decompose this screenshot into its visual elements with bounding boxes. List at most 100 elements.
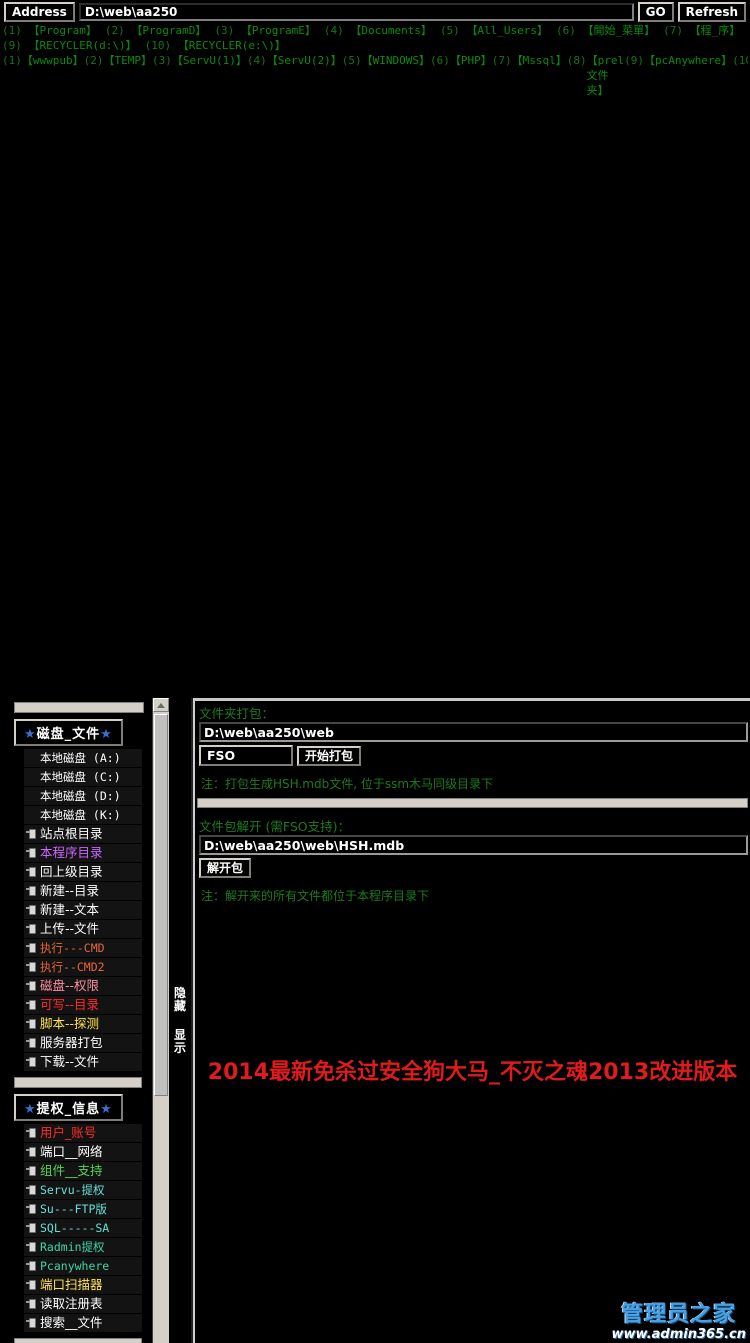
sidebar-item-label: 磁盘--权限	[40, 978, 100, 993]
sidebar-item[interactable]: 本地磁盘 (C:)	[24, 768, 142, 786]
quick-link-number: (8)	[566, 54, 587, 67]
pin-icon	[26, 828, 37, 841]
pack-section-label: 文件夹打包：	[199, 706, 275, 721]
scrollbar-thumb[interactable]	[154, 714, 168, 1096]
sidebar-item[interactable]: 回上级目录	[24, 863, 142, 881]
pin-icon	[26, 1056, 37, 1069]
start-pack-button[interactable]: 开始打包	[297, 745, 362, 766]
quick-link-number: (9)	[624, 54, 644, 67]
watermark-title: 管理员之家	[621, 1302, 737, 1327]
sidebar-item[interactable]: Su---FTP版	[24, 1200, 142, 1218]
quick-link[interactable]: 【Program】	[29, 24, 97, 37]
scroll-up-arrow-icon[interactable]	[153, 698, 169, 712]
quick-link[interactable]: 【ProgramD】	[131, 24, 206, 37]
go-button[interactable]: GO	[637, 2, 674, 22]
sidebar-scrollbar[interactable]	[152, 698, 169, 1343]
pin-icon	[26, 980, 37, 993]
quick-link[interactable]: 【All_Users】	[466, 24, 548, 37]
pack-controls-row: FSO 开始打包	[199, 745, 748, 766]
sidebar-item-label: 新建--文本	[40, 902, 100, 917]
sidebar-item[interactable]: 脚本--探测	[24, 1015, 142, 1033]
sidebar-item[interactable]: 服务器打包	[24, 1034, 142, 1052]
sidebar-divider-2	[14, 1338, 142, 1343]
unpack-path-input[interactable]	[199, 835, 748, 855]
sidebar-item-label: Radmin提权	[40, 1240, 105, 1254]
sidebar-item[interactable]: 执行--CMD2	[24, 958, 142, 976]
sidebar-item[interactable]: 端口扫描器	[24, 1276, 142, 1294]
sidebar-item[interactable]: 可写--目录	[24, 996, 142, 1014]
sidebar-item[interactable]: 本地磁盘 (D:)	[24, 787, 142, 805]
quick-link-number: (6)	[429, 54, 450, 67]
sidebar-item[interactable]: Servu-提权	[24, 1181, 142, 1199]
quick-links-row-1: (1) 【Program】 (2) 【ProgramD】 (3) 【ProgramE…	[2, 23, 748, 38]
quick-link[interactable]: 【Mssql】	[512, 53, 567, 698]
quick-link[interactable]: 【WINDOWS】	[362, 53, 430, 698]
quick-link-number: (4)	[323, 24, 351, 37]
sidebar-item[interactable]: 新建--文本	[24, 901, 142, 919]
pin-icon	[26, 1298, 37, 1311]
quick-link[interactable]: 【開始_菜單】	[583, 24, 656, 37]
quick-link[interactable]: 【wwwpub】	[22, 53, 84, 698]
quick-link-number: (5)	[341, 54, 362, 67]
hide-show-toggle-strip[interactable]: 隐 藏 显 示	[169, 698, 193, 1343]
pin-icon	[26, 866, 37, 879]
pin-icon	[26, 847, 37, 860]
sidebar-item[interactable]: 读取注册表	[24, 1295, 142, 1313]
quick-link-number: (7)	[663, 24, 690, 37]
quick-link[interactable]: 【ServU(1)】	[172, 53, 247, 698]
quick-link[interactable]: 【程_序】	[690, 24, 741, 37]
sidebar-item[interactable]: 用户_账号	[24, 1124, 142, 1142]
sidebar-item-label: 上传--文件	[40, 921, 100, 936]
sidebar-item[interactable]: 新建--目录	[24, 882, 142, 900]
quick-link[interactable]: 【RECYCLER(e:\)】	[178, 39, 286, 52]
sidebar-item-label: 本地磁盘 (A:)	[40, 751, 121, 765]
quick-link[interactable]: 【ServU(2)】	[267, 53, 342, 698]
sidebar-item[interactable]: Radmin提权	[24, 1238, 142, 1256]
address-label: Address	[4, 2, 75, 22]
sidebar-divider-1	[14, 1077, 142, 1088]
refresh-button[interactable]: Refresh	[677, 2, 746, 22]
quick-link[interactable]: 【Documents】	[350, 24, 432, 37]
quick-link[interactable]: 【RECYCLER(d:\)】	[29, 39, 137, 52]
main-divider	[197, 798, 748, 808]
sidebar-item[interactable]: 站点根目录	[24, 825, 142, 843]
sidebar-item[interactable]: 上传--文件	[24, 920, 142, 938]
address-input[interactable]	[78, 3, 634, 21]
sidebar-item[interactable]: 下载--文件	[24, 1053, 142, 1071]
pack-note-text: 打包生成HSH.mdb文件, 位于ssm木马同级目录下	[225, 777, 494, 791]
sidebar-item-label: 本地磁盘 (K:)	[40, 808, 121, 822]
quick-link[interactable]: 【PHP】	[450, 53, 492, 698]
sidebar-item[interactable]: 执行---CMD	[24, 939, 142, 957]
unpack-section-label: 文件包解开 (需FSO支持)：	[199, 819, 350, 834]
sidebar-item[interactable]: 本程序目录	[24, 844, 142, 862]
sidebar-item[interactable]: 本地磁盘 (K:)	[24, 806, 142, 824]
star-icon-left: ★	[24, 1102, 37, 1117]
quick-link[interactable]: 【ProgramE】	[241, 24, 316, 37]
quick-link-number: (5)	[439, 24, 467, 37]
unpack-button[interactable]: 解开包	[199, 858, 252, 878]
quick-link[interactable]: 【prel文件夹】	[587, 53, 625, 698]
show-char-2: 示	[173, 1040, 186, 1055]
pack-path-input[interactable]	[199, 722, 748, 742]
sidebar-item[interactable]: SQL-----SA	[24, 1219, 142, 1237]
quick-link[interactable]: 【pcAnywhere】	[644, 53, 732, 698]
sidebar-item[interactable]: 搜索__文件	[24, 1314, 142, 1332]
sidebar-item-label: SQL-----SA	[40, 1221, 110, 1235]
show-label[interactable]: 显 示	[173, 1028, 186, 1055]
sidebar-item[interactable]: 组件__支持	[24, 1162, 142, 1180]
quick-link-number: (3)	[214, 24, 241, 37]
pin-icon	[26, 885, 37, 898]
sidebar-item[interactable]: Pcanywhere	[24, 1257, 142, 1275]
hide-label[interactable]: 隐 藏	[174, 986, 186, 1013]
sidebar-item-label: 回上级目录	[40, 864, 103, 879]
pack-mode-select[interactable]: FSO	[199, 745, 293, 766]
quick-link-number: (2)	[104, 24, 132, 37]
quick-link-number: (4)	[246, 54, 267, 67]
quick-link[interactable]: 【TEMP】	[104, 53, 153, 698]
shell-banner-title: 2014最新免杀过安全狗大马_不灭之魂2013改进版本	[207, 1060, 738, 1085]
pin-icon	[26, 1146, 37, 1159]
sidebar-item[interactable]: 本地磁盘 (A:)	[24, 749, 142, 767]
sidebar-item[interactable]: 端口__网络	[24, 1143, 142, 1161]
pin-icon	[26, 904, 37, 917]
sidebar-item[interactable]: 磁盘--权限	[24, 977, 142, 995]
